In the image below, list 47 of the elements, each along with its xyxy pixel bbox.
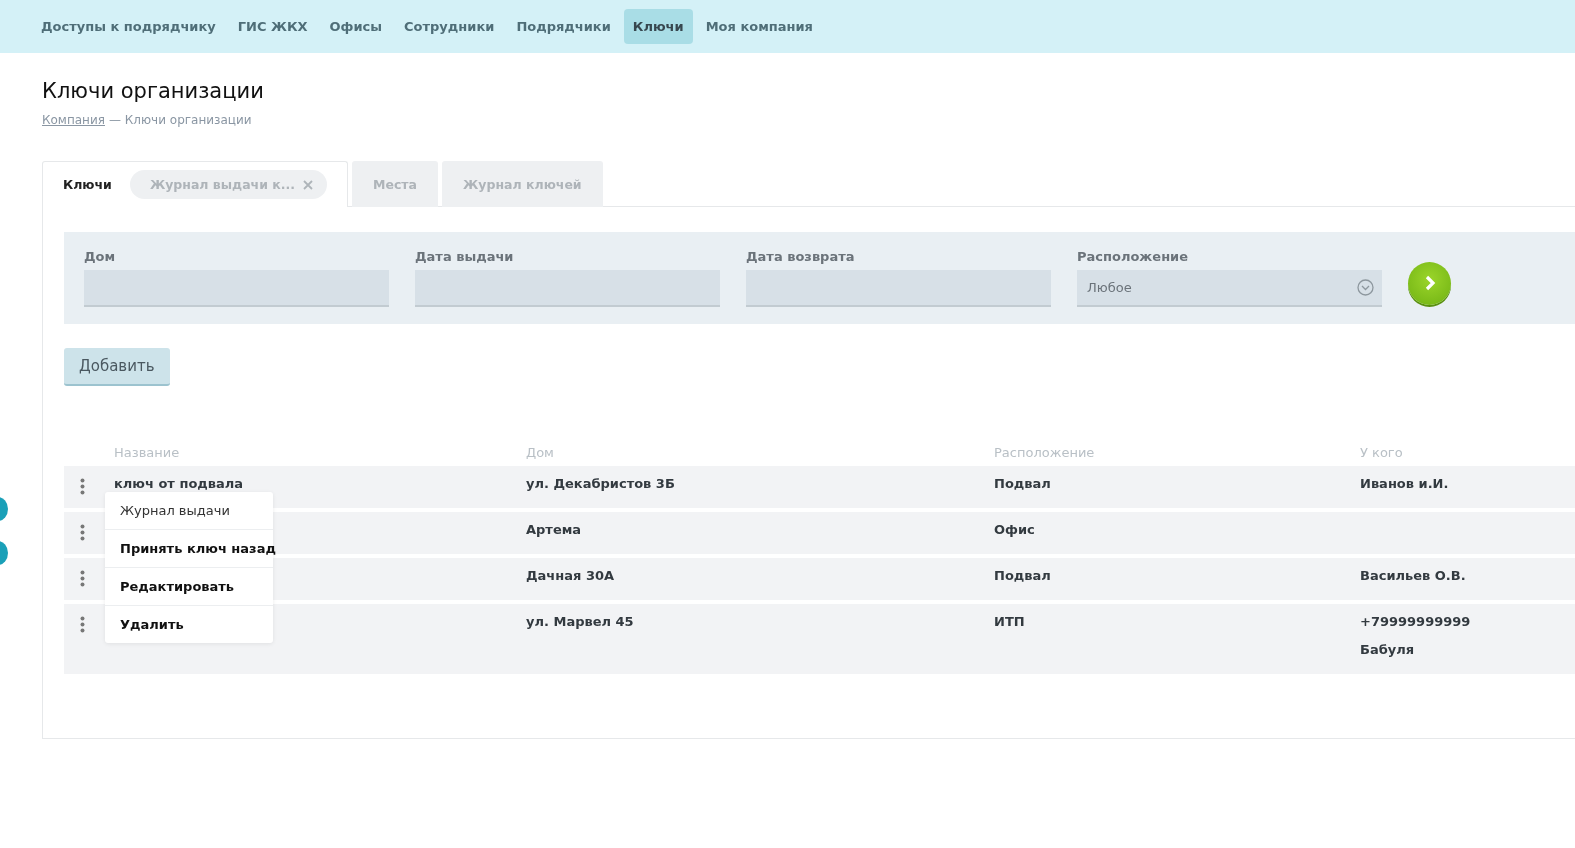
tab-label[interactable]: Ключи [63, 177, 112, 192]
tab[interactable]: Ключи Журнал выдачи к... [42, 161, 349, 207]
page-title: Ключи организации [42, 79, 265, 103]
table-cell-text: ул. Декабристов 3Б [526, 475, 676, 493]
close-icon[interactable] [303, 179, 314, 190]
nav-item[interactable]: Офисы [320, 9, 392, 44]
field-label: Дата выдачи [415, 249, 515, 264]
table-cell-text: ключ от подвала [114, 475, 245, 493]
select-field[interactable]: Любое [1077, 270, 1382, 307]
nav-item[interactable]: Ключи [623, 9, 693, 44]
field-label: Дата возврата [746, 249, 856, 264]
more-icon[interactable] [80, 524, 85, 541]
more-icon[interactable] [80, 616, 85, 633]
nav-item[interactable]: ГИС ЖКХ [228, 9, 317, 44]
column-header: У кого [1360, 444, 1404, 460]
add-button[interactable]: Добавить [64, 348, 170, 386]
column-header: Дом [526, 444, 555, 460]
column-header: Название [114, 444, 181, 460]
nav-item[interactable]: Подрядчики [507, 9, 620, 44]
nav-item[interactable]: Доступы к подрядчику [32, 9, 225, 44]
column-header: Расположение [994, 444, 1096, 460]
table-cell-text: ИТП [994, 613, 1026, 631]
breadcrumb-link[interactable]: Компания [42, 113, 105, 127]
table-cell-text: Васильев О.В. [1360, 567, 1467, 585]
field-label: Дом [84, 249, 117, 264]
table-cell-text: Подвал [994, 475, 1052, 493]
table-cell-text: Артема [526, 521, 583, 539]
input-field[interactable] [84, 270, 389, 307]
table-cell-text: Иванов и.И. [1360, 475, 1450, 493]
nav-item[interactable]: Сотрудники [395, 9, 504, 44]
chevron-right-icon [1423, 275, 1436, 291]
breadcrumb-current: — Ключи организации [109, 113, 252, 127]
table-cell-text: Подвал [994, 567, 1052, 585]
apply-button[interactable] [1408, 261, 1451, 305]
table-cell-text: Офис [994, 521, 1036, 539]
input-field[interactable] [415, 270, 720, 307]
input-field[interactable] [746, 270, 1051, 307]
nav-item[interactable]: Моя компания [696, 9, 822, 44]
table-cell-text: +79999999999 Бабуля [1360, 613, 1472, 659]
table-cell-text: ул. Марвел 45 [526, 613, 635, 631]
chevron-down-icon [1357, 279, 1374, 296]
field-label: Расположение [1077, 249, 1190, 264]
more-icon[interactable] [80, 570, 85, 587]
menu-item[interactable]: Удалить [105, 605, 273, 643]
menu-item[interactable]: Редактировать [105, 567, 273, 605]
table-cell-text: Дачная 30А [526, 567, 616, 585]
more-icon[interactable] [80, 478, 85, 495]
